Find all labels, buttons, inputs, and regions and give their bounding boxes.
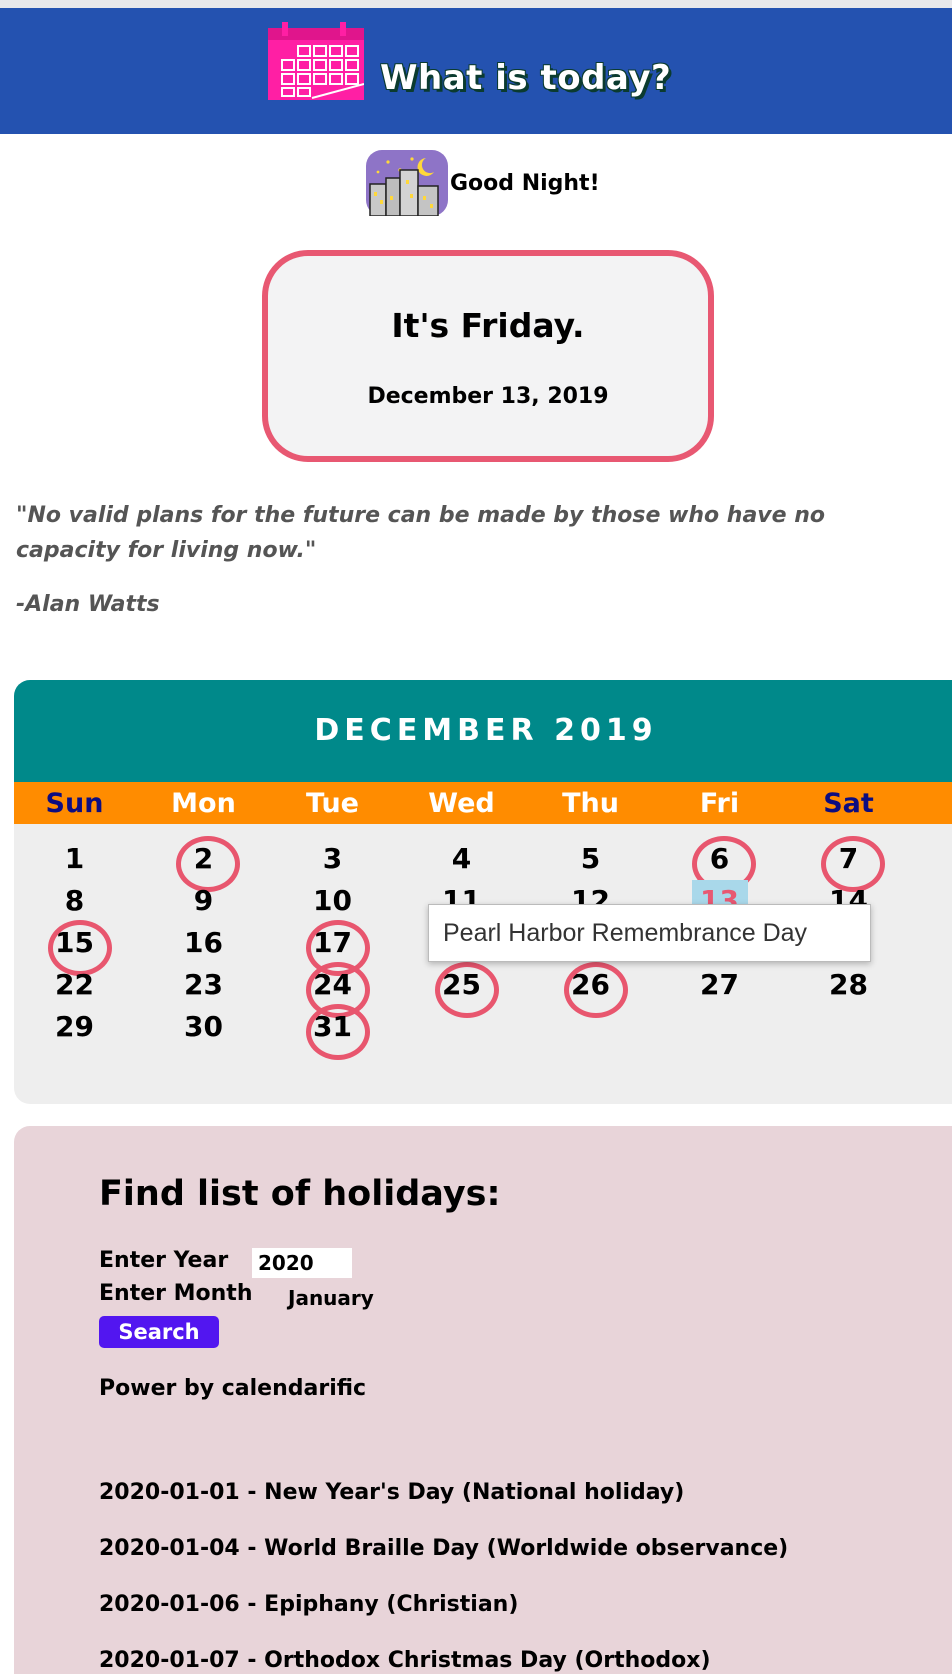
- weekday-label: Tue: [306, 788, 359, 819]
- calendar-day[interactable]: 30: [139, 1006, 268, 1048]
- calendar-icon: [268, 22, 364, 100]
- calendar-day-number: 25: [434, 962, 499, 1018]
- year-input[interactable]: [252, 1248, 352, 1278]
- calendar-day[interactable]: 25: [397, 962, 526, 1018]
- greeting-text: Good Night!: [450, 170, 600, 196]
- holiday-tooltip: Pearl Harbor Remembrance Day: [428, 904, 871, 962]
- calendar-day[interactable]: 29: [14, 1006, 139, 1048]
- holiday-finder-title: Find list of holidays:: [99, 1174, 501, 1214]
- calendar-day-number: 30: [184, 1010, 223, 1043]
- year-label: Enter Year: [99, 1248, 229, 1273]
- weekday-bar: Sun Mon Tue Wed Thu Fri Sat: [14, 782, 952, 824]
- calendar-day[interactable]: 3: [268, 838, 397, 880]
- calendar-day-number: 31: [305, 1004, 370, 1060]
- calendar-day-number: 7: [821, 836, 887, 892]
- calendar-day[interactable]: 22: [14, 964, 139, 1006]
- calendar-day[interactable]: 6: [655, 836, 784, 892]
- site-header: What is today?: [0, 8, 952, 134]
- calendar-day[interactable]: 15: [14, 920, 139, 976]
- weekday-label: Wed: [428, 788, 495, 819]
- calendar-day-number: 10: [313, 884, 352, 917]
- quote-text: "No valid plans for the future can be ma…: [16, 503, 825, 563]
- quote-author: -Alan Watts: [16, 592, 160, 617]
- month-label: Enter Month: [99, 1281, 253, 1306]
- month-select[interactable]: January: [288, 1286, 374, 1310]
- calendar-day[interactable]: 2: [139, 836, 268, 892]
- calendar-day[interactable]: 31: [268, 1004, 397, 1060]
- calendar-day[interactable]: 28: [784, 964, 913, 1006]
- calendar-day-number: 8: [64, 884, 85, 917]
- calendar-day[interactable]: 16: [139, 922, 268, 964]
- calendar-day-number: 6: [692, 836, 758, 892]
- greeting: Good Night!: [366, 150, 600, 216]
- calendar-day[interactable]: 8: [14, 880, 139, 922]
- calendar-day-number: 4: [451, 842, 472, 875]
- calendar-day-number: 16: [184, 926, 223, 959]
- calendar-day-number: 24: [305, 962, 370, 1018]
- calendar-day[interactable]: 4: [397, 838, 526, 880]
- weekday-label: Mon: [171, 788, 236, 819]
- calendar-day[interactable]: 24: [268, 962, 397, 1018]
- calendar-day-number: 17: [305, 920, 370, 976]
- calendar-day-number: 22: [55, 968, 94, 1001]
- calendar-day[interactable]: 9: [139, 880, 268, 922]
- holiday-list-item: 2020-01-06 - Epiphany (Christian): [99, 1592, 519, 1617]
- calendar-day-number: 9: [193, 884, 214, 917]
- calendar-day[interactable]: 1: [14, 838, 139, 880]
- calendar-day[interactable]: 17: [268, 920, 397, 976]
- holiday-list-item: 2020-01-04 - World Braille Day (Worldwid…: [99, 1536, 789, 1561]
- calendar-day-number: 23: [184, 968, 223, 1001]
- calendar-day-number: 5: [580, 842, 601, 875]
- night-city-icon: [366, 150, 448, 216]
- calendar-day[interactable]: 26: [526, 962, 655, 1018]
- calendar-day[interactable]: 5: [526, 838, 655, 880]
- weekday-label: Thu: [562, 788, 619, 819]
- month-calendar: DECEMBER 2019 Sun Mon Tue Wed Thu Fri Sat 1234…: [14, 680, 952, 1104]
- holiday-finder: Find list of holidays: Enter Year Enter …: [14, 1126, 952, 1674]
- holiday-list-item: 2020-01-07 - Orthodox Christmas Day (Ort…: [99, 1648, 711, 1673]
- weekday-label: Sat: [823, 788, 874, 819]
- search-button[interactable]: Search: [99, 1316, 219, 1348]
- calendar-header: DECEMBER 2019: [14, 680, 952, 782]
- full-date: December 13, 2019: [367, 384, 609, 409]
- calendar-day-number: 3: [322, 842, 343, 875]
- calendar-day-number: 27: [700, 968, 739, 1001]
- calendar-day-number: 29: [55, 1010, 94, 1043]
- calendar-day-number: 2: [176, 836, 242, 892]
- calendar-day-number: 1: [64, 842, 85, 875]
- calendar-day[interactable]: 27: [655, 964, 784, 1006]
- calendar-day[interactable]: 10: [268, 880, 397, 922]
- calendar-day-number: 15: [47, 920, 112, 976]
- calendar-day-number: 28: [829, 968, 868, 1001]
- calendar-day-number: 26: [563, 962, 628, 1018]
- site-title: What is today?: [380, 58, 672, 98]
- calendar-day[interactable]: 23: [139, 964, 268, 1006]
- powered-by-text: Power by calendarific: [99, 1376, 367, 1401]
- browser-top-strip: [0, 0, 952, 8]
- day-of-week: It's Friday.: [391, 306, 585, 345]
- calendar-month-title: DECEMBER 2019: [314, 713, 658, 748]
- holiday-list-item: 2020-01-01 - New Year's Day (National ho…: [99, 1480, 685, 1505]
- weekday-label: Fri: [699, 788, 740, 819]
- calendar-day[interactable]: 7: [784, 836, 913, 892]
- weekday-label: Sun: [45, 788, 104, 819]
- today-card: It's Friday. December 13, 2019: [262, 250, 714, 462]
